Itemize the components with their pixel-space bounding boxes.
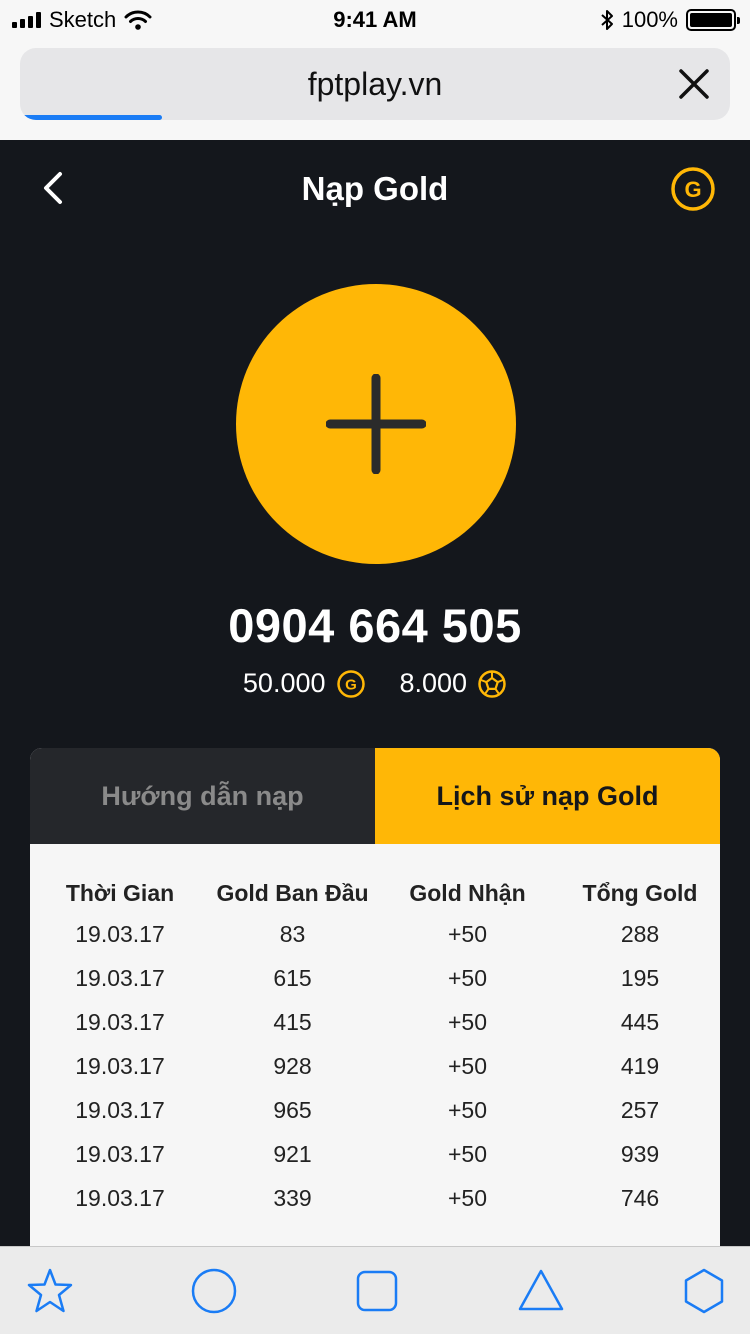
table-header-row: Thời Gian Gold Ban Đầu Gold Nhận Tổng Go… [30, 874, 720, 912]
table-cell: 195 [620, 964, 660, 991]
table-cell: 419 [620, 1052, 660, 1079]
table-cell: 19.03.17 [75, 920, 165, 947]
battery-percent: 100% [621, 7, 678, 32]
hexagon-icon [684, 1268, 724, 1313]
url-field[interactable]: fptplay.vn [20, 48, 730, 120]
star-icon [27, 1268, 73, 1312]
point-balance-value: 8.000 [399, 668, 468, 698]
table-row: 19.03.17 83 +50 288 [30, 912, 720, 956]
table-cell: +50 [447, 1184, 487, 1211]
hexagon-button[interactable] [680, 1267, 728, 1315]
square-icon [356, 1270, 398, 1311]
triangle-icon [518, 1269, 563, 1310]
table-cell: 288 [620, 920, 660, 947]
battery-icon [686, 9, 740, 31]
table-cell: 19.03.17 [75, 1096, 165, 1123]
table-row: 19.03.17 965 +50 257 [30, 1088, 720, 1132]
table-row: 19.03.17 921 +50 939 [30, 1132, 720, 1176]
gold-balance: 50.000 G [243, 668, 366, 699]
history-table: Thời Gian Gold Ban Đầu Gold Nhận Tổng Go… [30, 874, 720, 1220]
table-cell: 19.03.17 [75, 1184, 165, 1211]
column-header-initial-gold: Gold Ban Đầu [216, 879, 369, 906]
table-cell: 939 [620, 1140, 660, 1167]
url-text: fptplay.vn [307, 66, 443, 102]
plus-icon [326, 374, 426, 474]
gold-coin-icon[interactable]: G [670, 166, 716, 212]
table-cell: 83 [279, 920, 306, 947]
column-header-total-gold: Tổng Gold [582, 879, 698, 906]
column-header-gold-received: Gold Nhận [409, 879, 526, 906]
add-gold-button[interactable] [236, 284, 516, 564]
table-cell: +50 [447, 1052, 487, 1079]
table-row: 19.03.17 615 +50 195 [30, 956, 720, 1000]
browser-bar: fptplay.vn [0, 40, 750, 140]
gold-coin-icon: G [336, 669, 365, 698]
table-cell: 746 [620, 1184, 660, 1211]
table-cell: 19.03.17 [75, 1052, 165, 1079]
tab-guide[interactable]: Hướng dẫn nạp [30, 748, 375, 844]
table-cell: 445 [620, 1008, 660, 1035]
balances: 50.000 G 8.000 [0, 668, 750, 699]
star-button[interactable] [26, 1267, 74, 1315]
svg-text:G: G [684, 177, 701, 202]
bluetooth-icon [601, 10, 613, 30]
table-cell: 19.03.17 [75, 1008, 165, 1035]
tab-history[interactable]: Lịch sử nạp Gold [375, 748, 720, 844]
status-bar: Sketch 9:41 AM 100% [0, 0, 750, 40]
square-button[interactable] [353, 1267, 401, 1315]
history-card: Hướng dẫn nạp Lịch sử nạp Gold Thời Gian… [30, 748, 720, 1258]
table-cell: +50 [447, 1008, 487, 1035]
circle-button[interactable] [190, 1267, 238, 1315]
table-cell: +50 [447, 1096, 487, 1123]
table-cell: 415 [273, 1008, 312, 1035]
table-cell: 928 [273, 1052, 312, 1079]
table-cell: 965 [273, 1096, 312, 1123]
table-row: 19.03.17 339 +50 746 [30, 1176, 720, 1220]
table-cell: 19.03.17 [75, 964, 165, 991]
table-row: 19.03.17 415 +50 445 [30, 1000, 720, 1044]
table-cell: +50 [447, 920, 487, 947]
triangle-button[interactable] [517, 1267, 565, 1315]
browser-toolbar [0, 1246, 750, 1334]
svg-text:G: G [345, 676, 357, 693]
table-cell: 615 [273, 964, 312, 991]
circle-icon [191, 1268, 236, 1313]
close-icon[interactable] [676, 66, 712, 102]
load-progress-bar [20, 115, 162, 120]
page-title: Nạp Gold [301, 170, 449, 207]
phone-number: 0904 664 505 [228, 599, 522, 652]
table-cell: 921 [273, 1140, 312, 1167]
status-right: 100% [600, 7, 740, 33]
table-cell: +50 [447, 964, 487, 991]
table-cell: +50 [447, 1140, 487, 1167]
gold-balance-value: 50.000 [242, 668, 326, 698]
table-cell: 339 [273, 1184, 312, 1211]
table-cell: 19.03.17 [75, 1140, 165, 1167]
point-balance: 8.000 [400, 668, 508, 699]
table-row: 19.03.17 928 +50 419 [30, 1044, 720, 1088]
ball-icon [478, 669, 506, 698]
tab-bar: Hướng dẫn nạp Lịch sử nạp Gold [30, 748, 720, 844]
column-header-time: Thời Gian [65, 879, 175, 906]
table-cell: 257 [620, 1096, 660, 1123]
